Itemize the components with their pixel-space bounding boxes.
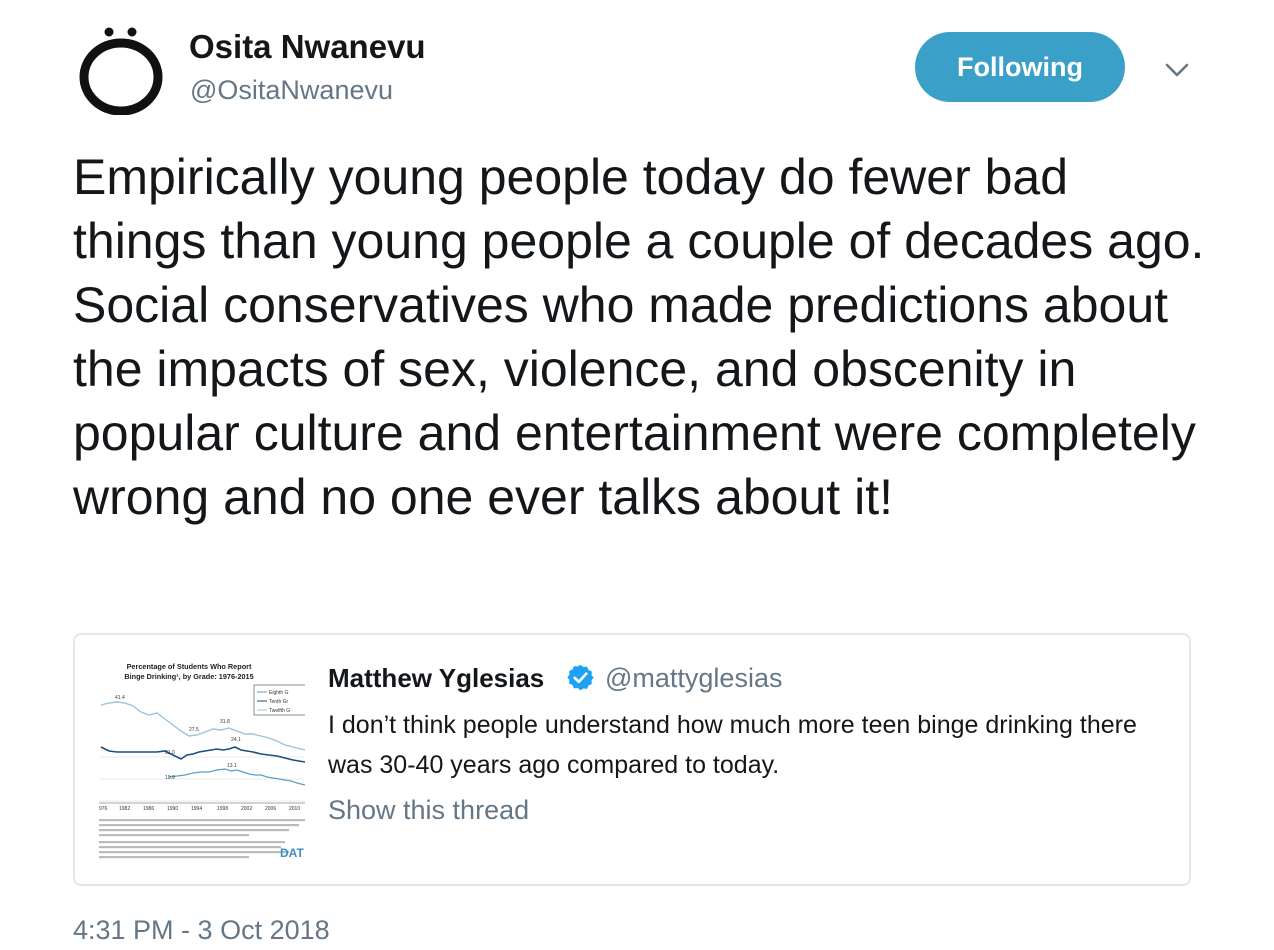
thumb-x-1998: 1998: [217, 806, 228, 812]
thumb-x-1994: 1994: [191, 806, 202, 812]
thumb-gridlines: [99, 756, 305, 802]
thumb-x-labels: 976 1982 1986 1990 1994 1998 2002 2006 2…: [99, 806, 300, 812]
thumb-legend-eighth: Eighth G: [269, 690, 289, 696]
quoted-tweet-thumbnail: Percentage of Students Who Report Binge …: [99, 659, 305, 865]
thumb-x-2002: 2002: [241, 806, 252, 812]
thumb-title-line2: Binge Drinking¹, by Grade: 1976-2015: [124, 672, 253, 681]
chevron-down-icon[interactable]: [1162, 56, 1192, 84]
thumb-logo: DAT: [280, 846, 304, 860]
quoted-tweet-text: I don’t think people understand how much…: [328, 711, 1137, 779]
following-button[interactable]: Following: [915, 32, 1125, 102]
thumb-value-10-9: 10.9: [165, 775, 175, 781]
thumb-series-eighth: [168, 768, 305, 786]
thumb-value-labels: 41.4 31.8 27.5 24.1 21.0 13.1 10.9: [115, 695, 241, 781]
thumb-value-21-0: 21.0: [165, 750, 175, 756]
thumb-value-41-4: 41.4: [115, 695, 125, 701]
thumb-x-2010: 2010: [289, 806, 300, 812]
quoted-tweet[interactable]: Percentage of Students Who Report Binge …: [73, 633, 1191, 886]
thumb-x-1986: 1986: [143, 806, 154, 812]
thumb-title-line1: Percentage of Students Who Report: [127, 662, 252, 671]
thumb-value-13-1: 13.1: [227, 763, 237, 769]
thumb-x-2006: 2006: [265, 806, 276, 812]
author-name[interactable]: Osita Nwanevu: [189, 28, 426, 66]
thumb-series-tenth: [100, 746, 305, 763]
avatar[interactable]: [76, 25, 166, 115]
quoted-author-name[interactable]: Matthew Yglesias: [328, 663, 544, 694]
thumb-value-24-1: 24.1: [231, 737, 241, 743]
tweet-detail: Osita Nwanevu @OsitaNwanevu Following Em…: [0, 0, 1274, 950]
thumb-x-1982: 1982: [119, 806, 130, 812]
author-handle[interactable]: @OsitaNwanevu: [190, 75, 393, 106]
thumb-legend-tenth: Tenth Gr: [269, 699, 289, 705]
thumb-value-27-5: 27.5: [189, 727, 199, 733]
quoted-author-handle[interactable]: @mattyglesias: [605, 663, 782, 694]
thumb-x-976: 976: [99, 806, 108, 812]
thumb-legend-twelfth: Twelfth G: [269, 708, 290, 714]
thumb-x-1990: 1990: [167, 806, 178, 812]
verified-badge-icon: [567, 664, 594, 691]
tweet-timestamp[interactable]: 4:31 PM - 3 Oct 2018: [73, 915, 330, 946]
show-thread-link[interactable]: Show this thread: [328, 795, 529, 826]
thumb-footnotes: [99, 819, 305, 859]
tweet-text: Empirically young people today do fewer …: [73, 149, 1205, 525]
thumb-value-31-8: 31.8: [220, 719, 230, 725]
